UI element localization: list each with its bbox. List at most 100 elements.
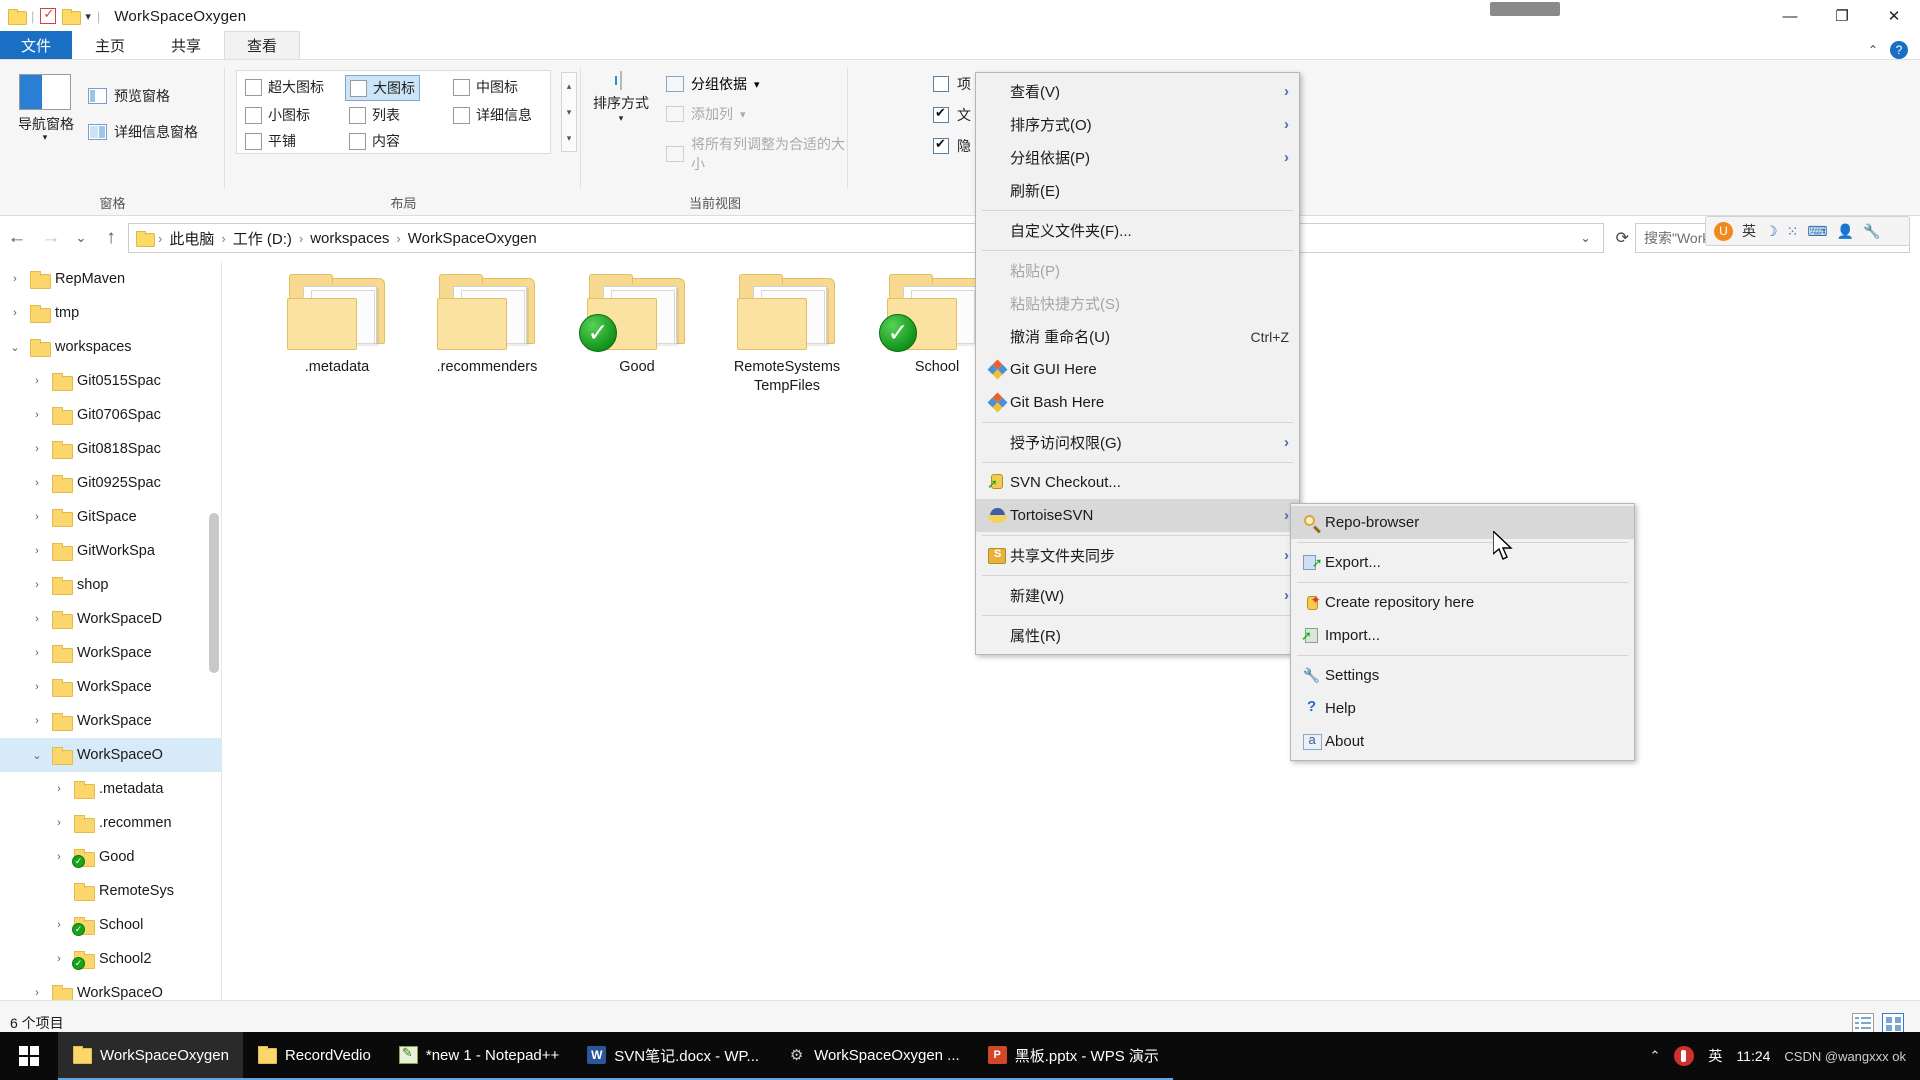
chevron-down-icon[interactable]: ▾ — [754, 78, 760, 91]
group-by-button[interactable]: 分组依据 ▾ — [666, 74, 760, 94]
layout-details[interactable]: 详细信息 — [449, 103, 536, 127]
taskbar-item-workspaceoxygen-eclipse[interactable]: ⚙ WorkSpaceOxygen ... — [773, 1032, 974, 1080]
submenu-item-create-repository-here[interactable]: ✦ Create repository here — [1291, 586, 1634, 619]
chevron-right-icon[interactable]: › — [28, 545, 46, 557]
chevron-right-icon[interactable]: › — [28, 375, 46, 387]
tree-item[interactable]: › .metadata — [0, 772, 221, 806]
breadcrumb-workspaces[interactable]: workspaces — [305, 228, 394, 249]
chevron-up-icon[interactable]: ⌃ — [1868, 43, 1878, 57]
menu-item-shared-folder-sync[interactable]: 共享文件夹同步 › — [976, 539, 1299, 572]
breadcrumb-separator[interactable]: › — [158, 231, 162, 246]
tree-item[interactable]: › Git0818Spac — [0, 432, 221, 466]
tree-item[interactable]: › ✓ School2 — [0, 942, 221, 976]
menu-item-view[interactable]: 查看(V) › — [976, 75, 1299, 108]
sort-by-button[interactable]: 排序方式 ▾ — [590, 71, 652, 124]
wrench-icon[interactable]: 🔧 — [1863, 223, 1880, 240]
chevron-right-icon[interactable]: › — [50, 817, 68, 829]
breadcrumb-workspaceoxygen[interactable]: WorkSpaceOxygen — [403, 228, 542, 249]
chevron-right-icon[interactable]: › — [28, 613, 46, 625]
checkbox-file-extensions[interactable]: 文 — [933, 105, 971, 125]
submenu-item-import[interactable]: ➚ Import... — [1291, 619, 1634, 652]
user-icon[interactable]: 👤 — [1837, 223, 1854, 240]
large-icons-view-icon[interactable] — [1882, 1013, 1904, 1033]
submenu-item-about[interactable]: About — [1291, 725, 1634, 758]
chevron-right-icon[interactable]: › — [28, 647, 46, 659]
properties-icon[interactable] — [40, 6, 57, 24]
submenu-item-repo-browser[interactable]: Repo-browser — [1291, 506, 1634, 539]
chevron-down-icon[interactable]: ⌄ — [1573, 231, 1599, 245]
submenu-item-export[interactable]: ➚ Export... — [1291, 546, 1634, 579]
tree-item[interactable]: › tmp — [0, 296, 221, 330]
checkbox-checked-icon[interactable] — [933, 136, 949, 154]
chevron-down-icon[interactable]: ⌄ — [28, 749, 46, 762]
breadcrumb-this-pc[interactable]: 此电脑 — [164, 226, 219, 251]
file-item-recommenders[interactable]: .recommenders — [412, 272, 562, 377]
nav-pane-button[interactable]: 导航窗格 ▾ — [18, 74, 74, 143]
menu-item-tortoisesvn[interactable]: TortoiseSVN › — [976, 499, 1299, 532]
minimize-button[interactable]: — — [1764, 0, 1816, 32]
tree-item[interactable]: › WorkSpaceO — [0, 976, 221, 1000]
chevron-right-icon[interactable]: › — [28, 987, 46, 999]
tortoisesvn-submenu[interactable]: Repo-browser ➚ Export... ✦ Create reposi… — [1290, 503, 1635, 761]
tree-item[interactable]: ⌄ workspaces — [0, 330, 221, 364]
checkbox-checked-icon[interactable] — [933, 105, 949, 123]
preview-pane-button[interactable]: 预览窗格 — [88, 86, 170, 106]
ime-mode-label[interactable]: 英 — [1742, 221, 1756, 241]
record-icon[interactable] — [1674, 1046, 1695, 1066]
help-icon[interactable]: ? — [1890, 41, 1908, 59]
chevron-right-icon[interactable]: › — [50, 783, 68, 795]
chevron-right-icon[interactable]: › — [28, 409, 46, 421]
chevron-down-icon[interactable]: ▾ — [590, 113, 652, 124]
tree-item[interactable]: › ✓ Good — [0, 840, 221, 874]
layout-tiles[interactable]: 平铺 — [241, 129, 300, 153]
chevron-right-icon[interactable]: › — [6, 273, 24, 285]
taskbar-item-blackboard-pptx[interactable]: P 黑板.pptx - WPS 演示 — [973, 1032, 1173, 1080]
up-arrow-icon[interactable]: ↑ — [94, 221, 128, 255]
checkbox-unchecked-icon[interactable] — [933, 76, 949, 92]
chevron-right-icon[interactable]: › — [6, 307, 24, 319]
chevron-right-icon[interactable]: › — [28, 443, 46, 455]
tab-view[interactable]: 查看 — [224, 31, 301, 59]
navigation-pane[interactable]: › RepMaven › tmp ⌄ workspaces › Git0515Spac › Git… — [0, 262, 222, 1000]
menu-item-properties[interactable]: 属性(R) — [976, 619, 1299, 652]
tree-item[interactable]: › WorkSpaceD — [0, 602, 221, 636]
clock[interactable]: 11:24 — [1736, 1048, 1770, 1064]
chevron-right-icon[interactable]: › — [28, 477, 46, 489]
checkbox-item-name[interactable]: 项 — [933, 74, 971, 94]
maximize-button[interactable]: ❐ — [1816, 0, 1868, 32]
menu-item-svn-checkout[interactable]: ➚ SVN Checkout... — [976, 466, 1299, 499]
recent-locations-icon[interactable]: ⌄ — [68, 221, 94, 255]
windows-start-icon[interactable] — [0, 1032, 58, 1080]
nav-pane-scrollbar[interactable] — [209, 268, 219, 1000]
breadcrumb-drive-d[interactable]: 工作 (D:) — [228, 226, 297, 251]
chevron-right-icon[interactable]: › — [28, 579, 46, 591]
menu-item-group-by[interactable]: 分组依据(P) › — [976, 141, 1299, 174]
tree-item[interactable]: ⌄ WorkSpaceO — [0, 738, 221, 772]
back-arrow-icon[interactable]: ← — [0, 221, 34, 255]
tree-item[interactable]: › Git0925Spac — [0, 466, 221, 500]
chevron-right-icon[interactable]: › — [50, 953, 68, 965]
tree-item[interactable]: › shop — [0, 568, 221, 602]
chevron-right-icon[interactable]: › — [28, 511, 46, 523]
layout-large-icons[interactable]: 大图标 — [345, 75, 420, 101]
keyboard-icon[interactable]: ⌨ — [1807, 223, 1827, 240]
menu-item-grant-access[interactable]: 授予访问权限(G) › — [976, 426, 1299, 459]
tree-item[interactable]: RemoteSys — [0, 874, 221, 908]
breadcrumb-separator[interactable]: › — [221, 231, 225, 246]
tree-item[interactable]: › ✓ School — [0, 908, 221, 942]
tab-share[interactable]: 共享 — [148, 31, 224, 59]
context-menu[interactable]: 查看(V) › 排序方式(O) › 分组依据(P) › 刷新(E) 自定义文件夹… — [975, 72, 1300, 655]
refresh-icon[interactable]: ⟳ — [1610, 228, 1635, 248]
file-item-remotesystems[interactable]: RemoteSystems TempFiles — [712, 272, 862, 395]
taskbar-item-svn-notes-docx[interactable]: W SVN笔记.docx - WP... — [573, 1032, 774, 1080]
tree-item[interactable]: › WorkSpace — [0, 704, 221, 738]
layout-gallery-scroller[interactable]: ▴ ▾ ▾ — [561, 72, 577, 152]
scroll-up-icon[interactable]: ▴ — [567, 81, 572, 92]
scroll-down-icon[interactable]: ▾ — [567, 107, 572, 118]
details-pane-button[interactable]: 详细信息窗格 — [88, 122, 198, 142]
tab-file[interactable]: 文件 — [0, 31, 73, 59]
close-button[interactable]: ✕ — [1868, 0, 1920, 32]
layout-small-icons[interactable]: 小图标 — [241, 103, 314, 127]
tree-item[interactable]: › WorkSpace — [0, 636, 221, 670]
taskbar[interactable]: WorkSpaceOxygen RecordVedio *new 1 - Not… — [0, 1032, 1920, 1080]
